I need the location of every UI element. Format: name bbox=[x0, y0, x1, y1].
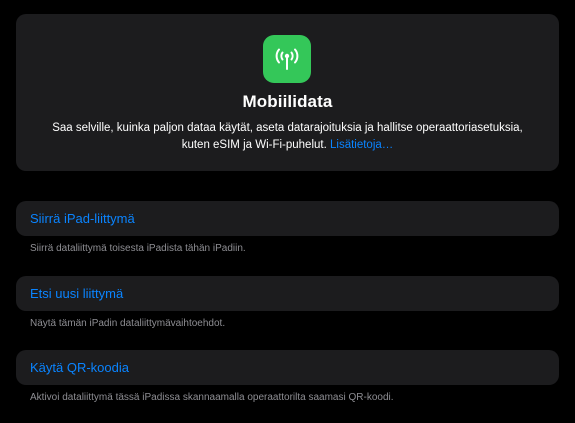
use-qr-code-label: Käytä QR-koodia bbox=[30, 360, 129, 375]
transfer-ipad-plan-footer: Siirrä dataliittymä toisesta iPadista tä… bbox=[30, 243, 246, 254]
antenna-radiowaves-icon bbox=[263, 35, 311, 83]
cellular-data-info-card: Mobiilidata Saa selville, kuinka paljon … bbox=[16, 14, 559, 171]
transfer-ipad-plan-label: Siirrä iPad-liittymä bbox=[30, 211, 135, 226]
use-qr-code-button[interactable]: Käytä QR-koodia bbox=[16, 350, 559, 385]
description-line-2: kuten eSIM ja Wi-Fi-puhelut. bbox=[181, 139, 327, 151]
description-line-1: Saa selville, kuinka paljon dataa käytät… bbox=[52, 122, 523, 134]
find-new-plan-label: Etsi uusi liittymä bbox=[30, 286, 124, 301]
cellular-setup-page: Mobiilidata Saa selville, kuinka paljon … bbox=[0, 0, 575, 423]
learn-more-link[interactable]: Lisätietoja… bbox=[330, 139, 393, 151]
page-description: Saa selville, kuinka paljon dataa käytät… bbox=[26, 120, 549, 154]
use-qr-code-footer: Aktivoi dataliittymä tässä iPadissa skan… bbox=[30, 392, 394, 403]
transfer-ipad-plan-button[interactable]: Siirrä iPad-liittymä bbox=[16, 201, 559, 236]
page-title: Mobiilidata bbox=[242, 92, 333, 111]
find-new-plan-button[interactable]: Etsi uusi liittymä bbox=[16, 276, 559, 311]
find-new-plan-footer: Näytä tämän iPadin dataliittymävaihtoehd… bbox=[30, 318, 226, 329]
